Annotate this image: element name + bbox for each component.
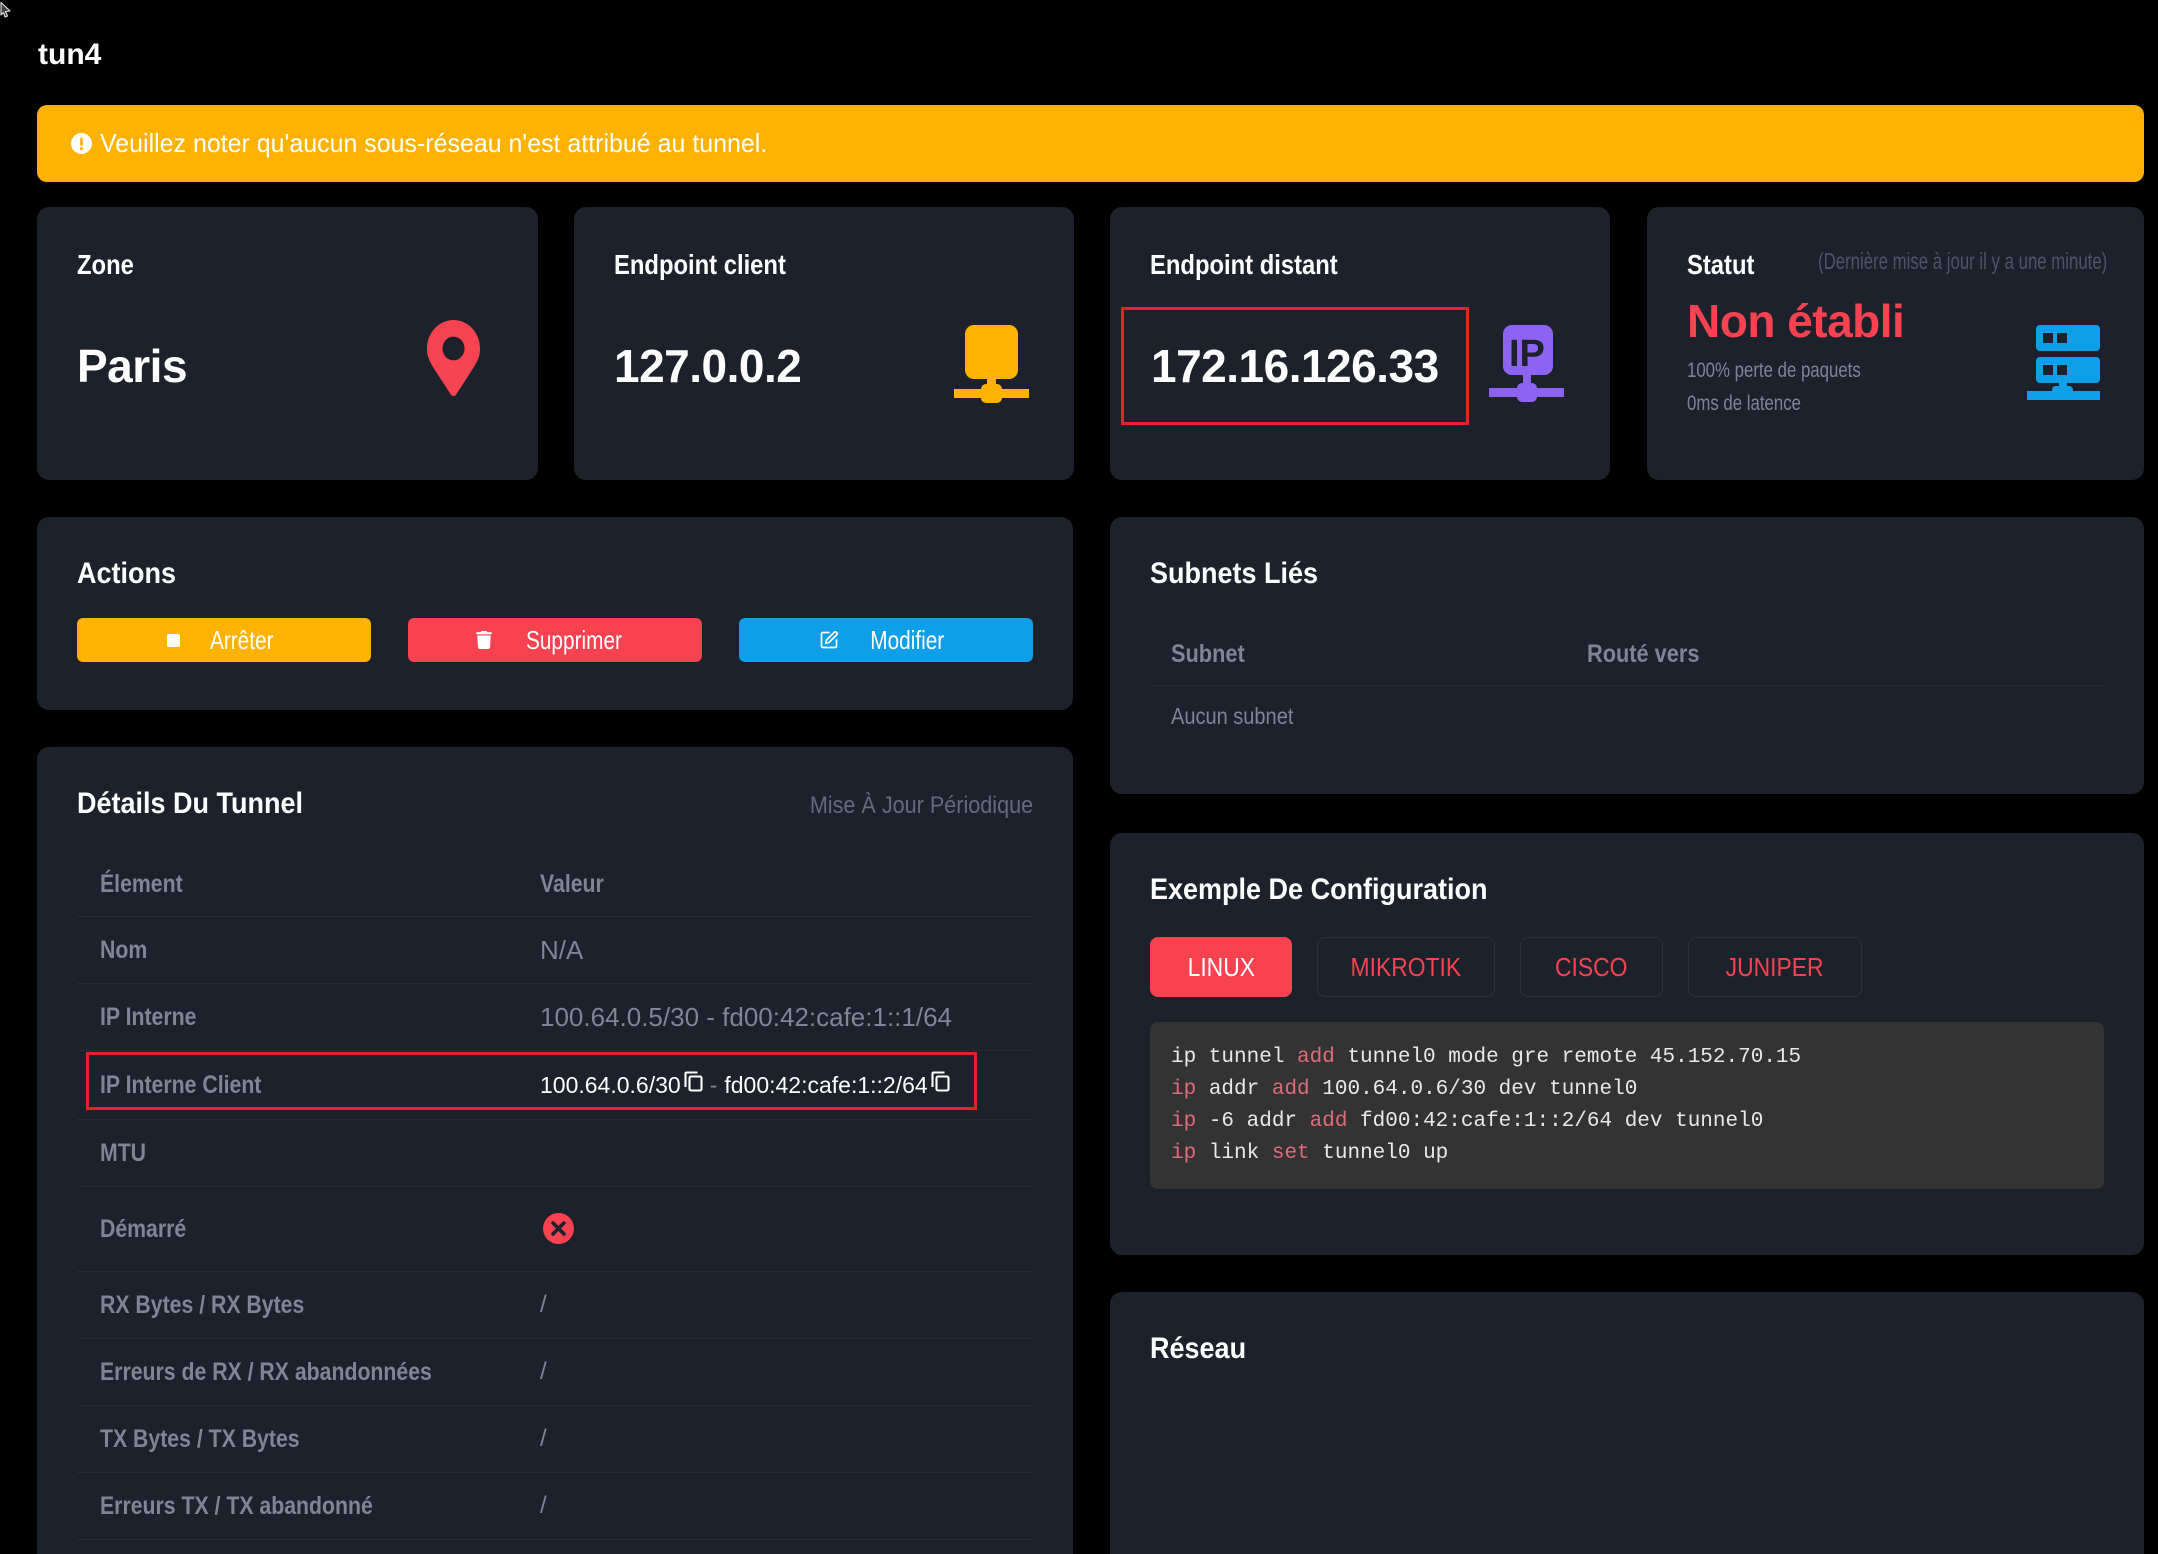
svg-text:IP: IP <box>1509 333 1545 375</box>
